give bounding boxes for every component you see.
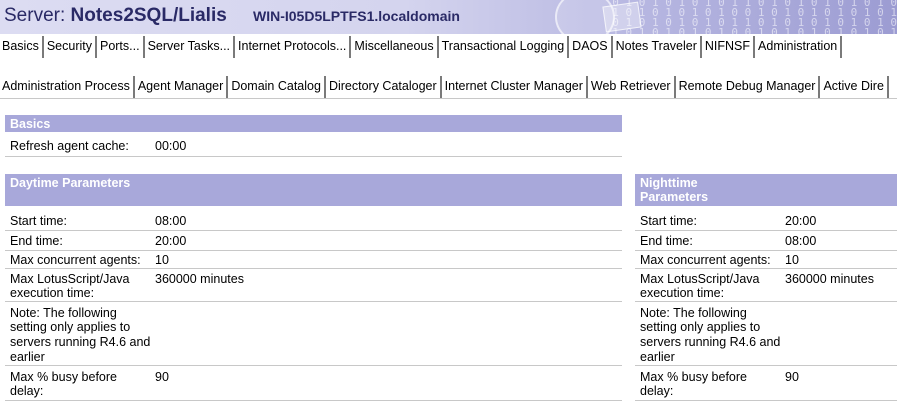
server-domain: WIN-I05D5LPTFS1.localdomain — [253, 8, 460, 24]
day-note-line-1: Note: The following — [10, 306, 117, 320]
day-exec-time-label-2: execution time: — [10, 286, 95, 300]
tab-divider — [0, 98, 897, 99]
night-start-time-label: Start time: — [640, 214, 697, 228]
tab-active-directory[interactable]: Active Dire — [821, 76, 889, 98]
day-end-time-label: End time: — [10, 234, 63, 248]
nighttime-title-line-1: Nighttime — [640, 176, 698, 190]
tab-internet-protocols[interactable]: Internet Protocols... — [236, 36, 352, 58]
day-max-busy-row: Max % busy before delay: 90 — [5, 366, 622, 401]
night-max-busy-row: Max % busy before delay: 90 — [635, 366, 897, 401]
daytime-section-header: Daytime Parameters — [5, 174, 622, 206]
night-exec-time-label-2: execution time: — [640, 286, 725, 300]
tab-transactional-logging[interactable]: Transactional Logging — [440, 36, 570, 58]
day-start-time-value[interactable]: 08:00 — [155, 214, 186, 228]
refresh-agent-cache-value[interactable]: 00:00 — [155, 139, 186, 153]
night-max-agents-value[interactable]: 10 — [785, 253, 799, 267]
refresh-agent-cache-label: Refresh agent cache: — [10, 139, 129, 153]
night-note-line-2: setting only applies to — [640, 320, 761, 334]
tab-directory-cataloger[interactable]: Directory Cataloger — [327, 76, 442, 98]
day-note-line-3: servers running R4.6 and — [10, 335, 151, 349]
night-note-line-4: earlier — [640, 350, 675, 364]
tab-notes-traveler[interactable]: Notes Traveler — [614, 36, 702, 58]
day-note-row: Note: The following setting only applies… — [5, 302, 622, 366]
nighttime-title-line-2: Parameters — [640, 190, 709, 204]
binary-decoration: 0 1 0 1 0 1 0 1 0 1 1 0 1 0 1 0 1 0 1 0 … — [612, 0, 897, 34]
server-name: Notes2SQL/Lialis — [70, 5, 227, 26]
refresh-agent-cache-row: Refresh agent cache: 00:00 — [5, 135, 622, 157]
night-max-busy-value[interactable]: 90 — [785, 370, 799, 384]
day-exec-time-label-1: Max LotusScript/Java — [10, 272, 130, 286]
server-header-banner: 0 1 0 1 0 1 0 1 0 1 1 0 1 0 1 0 1 0 1 0 … — [0, 0, 897, 34]
tab-security[interactable]: Security — [45, 36, 97, 58]
day-note-line-4: earlier — [10, 350, 45, 364]
night-end-time-row: End time: 08:00 — [635, 231, 897, 251]
day-exec-time-value[interactable]: 360000 minutes — [155, 272, 244, 286]
night-note-row: Note: The following setting only applies… — [635, 302, 897, 366]
day-max-agents-value[interactable]: 10 — [155, 253, 169, 267]
server-title: Server: Notes2SQL/Lialis — [4, 5, 227, 27]
tab-web-retriever[interactable]: Web Retriever — [589, 76, 676, 98]
day-start-time-row: Start time: 08:00 — [5, 211, 622, 231]
night-exec-time-value[interactable]: 360000 minutes — [785, 272, 874, 286]
nighttime-section-header: Nighttime Parameters — [635, 174, 897, 206]
day-max-agents-row: Max concurrent agents: 10 — [5, 251, 622, 269]
tab-administration-process[interactable]: Administration Process — [0, 76, 135, 98]
night-note-line-3: servers running R4.6 and — [640, 335, 781, 349]
day-end-time-row: End time: 20:00 — [5, 231, 622, 251]
server-prefix: Server: — [4, 5, 71, 26]
tab-internet-cluster-manager[interactable]: Internet Cluster Manager — [443, 76, 588, 98]
basics-section-header: Basics — [5, 115, 622, 132]
tab-nifnsf[interactable]: NIFNSF — [703, 36, 756, 58]
day-exec-time-row: Max LotusScript/Java execution time: 360… — [5, 269, 622, 302]
day-max-agents-label: Max concurrent agents: — [10, 253, 141, 267]
tab-agent-manager[interactable]: Agent Manager — [136, 76, 229, 98]
day-max-busy-label-1: Max % busy before — [10, 370, 117, 384]
secondary-tab-bar: Administration Process Agent Manager Dom… — [0, 76, 897, 98]
primary-tab-bar: Basics Security Ports... Server Tasks...… — [0, 36, 897, 58]
day-start-time-label: Start time: — [10, 214, 67, 228]
tab-remote-debug-manager[interactable]: Remote Debug Manager — [677, 76, 821, 98]
night-max-busy-label-1: Max % busy before — [640, 370, 747, 384]
day-max-busy-label-2: delay: — [10, 384, 44, 398]
night-exec-time-label-1: Max LotusScript/Java — [640, 272, 760, 286]
tab-basics[interactable]: Basics — [0, 36, 44, 58]
night-start-time-row: Start time: 20:00 — [635, 211, 897, 231]
night-max-agents-row: Max concurrent agents: 10 — [635, 251, 897, 269]
tab-domain-catalog[interactable]: Domain Catalog — [229, 76, 326, 98]
tab-miscellaneous[interactable]: Miscellaneous — [352, 36, 439, 58]
night-max-agents-label: Max concurrent agents: — [640, 253, 771, 267]
tab-administration[interactable]: Administration — [756, 36, 843, 58]
night-exec-time-row: Max LotusScript/Java execution time: 360… — [635, 269, 897, 302]
night-start-time-value[interactable]: 20:00 — [785, 214, 816, 228]
day-max-busy-value[interactable]: 90 — [155, 370, 169, 384]
tab-daos[interactable]: DAOS — [570, 36, 613, 58]
tab-server-tasks[interactable]: Server Tasks... — [146, 36, 236, 58]
day-end-time-value[interactable]: 20:00 — [155, 234, 186, 248]
night-max-busy-label-2: delay: — [640, 384, 674, 398]
tab-ports[interactable]: Ports... — [98, 36, 145, 58]
night-note-line-1: Note: The following — [640, 306, 747, 320]
night-end-time-value[interactable]: 08:00 — [785, 234, 816, 248]
day-note-line-2: setting only applies to — [10, 320, 131, 334]
night-end-time-label: End time: — [640, 234, 693, 248]
